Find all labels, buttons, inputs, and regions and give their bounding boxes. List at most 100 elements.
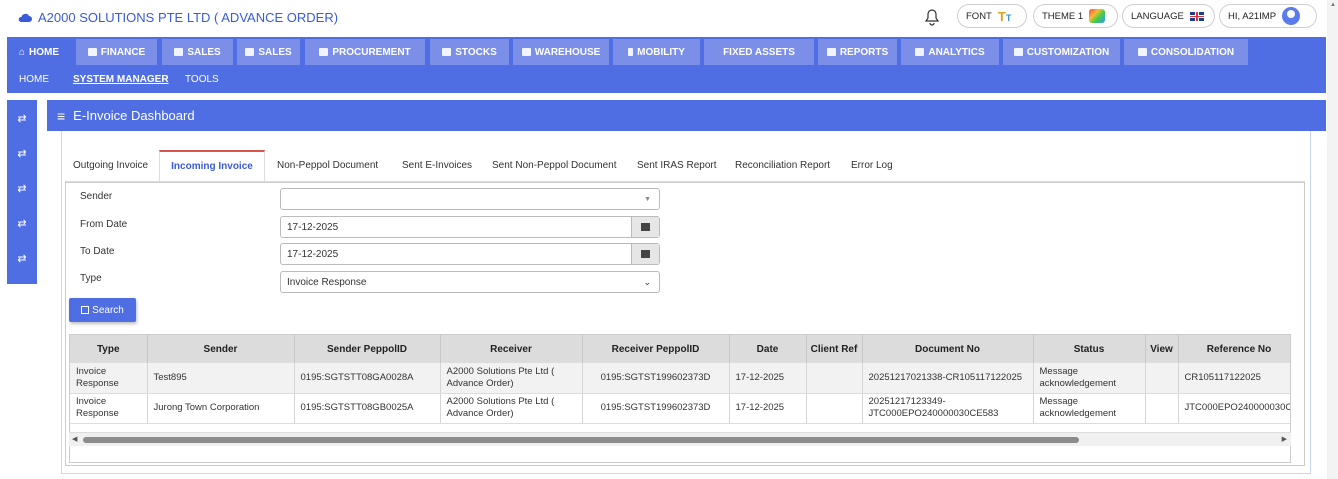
subnav-tools[interactable]: TOOLS — [185, 74, 219, 85]
column-header[interactable]: Reference No — [1178, 335, 1290, 363]
column-header[interactable]: Sender PeppolID — [294, 335, 441, 363]
mobile-icon — [628, 48, 634, 56]
nav-tab-fixed-assets[interactable]: FIXED ASSETS — [704, 39, 814, 65]
avatar-icon — [1282, 7, 1301, 25]
nav-tab-label: FIXED ASSETS — [723, 46, 795, 58]
swap-icon[interactable]: ⇄ — [7, 248, 37, 270]
chevron-down-icon: ⌄ — [643, 277, 651, 287]
page-scrollbar[interactable]: ▲ — [1327, 0, 1338, 479]
horizontal-scrollbar[interactable]: ◀ ▶ — [69, 432, 1291, 446]
to-date-field[interactable]: 17-12-2025 — [280, 243, 660, 265]
save-icon — [81, 306, 90, 314]
from-date-value: 17-12-2025 — [287, 221, 339, 233]
calendar-icon[interactable] — [631, 217, 659, 237]
scrollbar-thumb[interactable] — [83, 437, 1079, 443]
column-header[interactable]: Receiver PeppolID — [582, 335, 730, 363]
column-header[interactable]: View — [1145, 335, 1179, 363]
nav-tab-label: SALES — [187, 46, 221, 58]
main-navigation: ⌂ HOME FINANCE SALES SALES PROCUREMENT ST… — [7, 37, 1326, 66]
column-header[interactable]: Document No — [862, 335, 1034, 363]
nav-tab-label: PROCUREMENT — [332, 46, 411, 58]
nav-tab-customization[interactable]: CUSTOMIZATION — [1003, 39, 1120, 65]
nav-tab-stocks[interactable]: STOCKS — [430, 39, 509, 65]
nav-tab-sales[interactable]: SALES — [162, 39, 233, 65]
tab-non-peppol-document[interactable]: Non-Peppol Document — [277, 150, 378, 181]
column-header[interactable]: Date — [729, 335, 807, 363]
swap-icon[interactable]: ⇄ — [7, 108, 37, 130]
search-button[interactable]: Search — [69, 298, 136, 322]
bar-chart-icon — [442, 48, 452, 56]
tab-sent-e-invoices[interactable]: Sent E-Invoices — [402, 150, 472, 181]
tab-sent-non-peppol-document[interactable]: Sent Non-Peppol Document — [492, 150, 617, 181]
table-cell — [806, 363, 863, 394]
sender-select[interactable]: ▼ — [280, 188, 660, 210]
bell-icon[interactable] — [924, 8, 940, 26]
type-value: Invoice Response — [287, 276, 367, 288]
nav-tab-procurement[interactable]: PROCUREMENT — [305, 39, 425, 65]
nav-tab-home[interactable]: ⌂ HOME — [7, 39, 71, 65]
table-cell: 20251217123349-JTC000EPO240000030CE583 — [862, 393, 1034, 424]
calendar-icon[interactable] — [631, 244, 659, 264]
column-header[interactable]: Sender — [147, 335, 295, 363]
nav-tab-finance[interactable]: FINANCE — [76, 39, 157, 65]
swap-icon[interactable]: ⇄ — [7, 178, 37, 200]
table-row[interactable]: Invoice Response Jurong Town Corporation… — [70, 393, 1290, 424]
subnav-system-manager[interactable]: SYSTEM MANAGER — [73, 74, 169, 85]
nav-tab-label: WAREHOUSE — [534, 46, 601, 58]
nav-tab-sales-2[interactable]: SALES — [237, 39, 300, 65]
tab-incoming-invoice[interactable]: Incoming Invoice — [159, 150, 265, 181]
page-title: E-Invoice Dashboard — [73, 108, 195, 123]
nav-tab-warehouse[interactable]: WAREHOUSE — [513, 39, 609, 65]
scroll-right-icon[interactable]: ▶ — [1282, 435, 1287, 443]
cart-icon — [1137, 48, 1147, 56]
column-header[interactable]: Client Ref — [806, 335, 863, 363]
swap-icon[interactable]: ⇄ — [7, 213, 37, 235]
panel-header: ≡ E-Invoice Dashboard — [47, 100, 1326, 131]
menu-icon[interactable]: ≡ — [57, 108, 65, 124]
table-cell[interactable] — [1145, 393, 1179, 424]
table-cell: A2000 Solutions Pte Ltd ( Advance Order) — [440, 363, 583, 394]
table-cell: 0195:SGTSTT08GA0028A — [294, 363, 441, 394]
scroll-up-icon[interactable]: ▲ — [1330, 2, 1336, 8]
nav-tab-label: ANALYTICS — [928, 46, 985, 58]
nav-tab-mobility[interactable]: MOBILITY — [613, 39, 700, 65]
nav-tab-label: SALES — [258, 46, 292, 58]
nav-tab-analytics[interactable]: ANALYTICS — [901, 39, 999, 65]
sub-navigation: HOME SYSTEM MANAGER TOOLS — [7, 66, 1326, 93]
column-header[interactable]: Receiver — [440, 335, 583, 363]
tab-reconciliation-report[interactable]: Reconciliation Report — [735, 150, 830, 181]
column-header[interactable]: Status — [1033, 335, 1146, 363]
from-date-field[interactable]: 17-12-2025 — [280, 216, 660, 238]
table-cell: Test895 — [147, 363, 295, 394]
warehouse-icon — [521, 48, 531, 56]
font-size-icon: TT — [997, 8, 1012, 24]
column-header[interactable]: Type — [70, 335, 148, 363]
bank-icon — [87, 48, 97, 56]
table-cell: 17-12-2025 — [729, 393, 807, 424]
swap-icon[interactable]: ⇄ — [7, 143, 37, 165]
nav-tab-label: REPORTS — [839, 46, 889, 58]
nav-tab-label: MOBILITY — [637, 46, 685, 58]
table-cell — [806, 393, 863, 424]
table-cell[interactable] — [1145, 363, 1179, 394]
user-menu[interactable]: HI, A21IMP — [1219, 4, 1317, 28]
type-select[interactable]: Invoice Response ⌄ — [280, 271, 660, 293]
report-icon — [826, 48, 836, 56]
uk-flag-icon — [1189, 11, 1204, 21]
palette-icon — [1089, 9, 1106, 23]
table-row[interactable]: Invoice Response Test895 0195:SGTSTT08GA… — [70, 363, 1290, 394]
tab-error-log[interactable]: Error Log — [851, 150, 893, 181]
scroll-left-icon[interactable]: ◀ — [72, 435, 77, 443]
nav-tab-reports[interactable]: REPORTS — [818, 39, 897, 65]
font-button[interactable]: FONT TT — [957, 4, 1027, 28]
tab-sent-iras-report[interactable]: Sent IRAS Report — [637, 150, 716, 181]
subnav-home[interactable]: HOME — [19, 74, 49, 85]
tab-outgoing-invoice[interactable]: Outgoing Invoice — [73, 150, 148, 181]
nav-tab-consolidation[interactable]: CONSOLIDATION — [1124, 39, 1248, 65]
theme-button[interactable]: THEME 1 — [1033, 4, 1118, 28]
table-cell: 0195:SGTST199602373D — [582, 393, 730, 424]
from-date-label: From Date — [80, 219, 128, 230]
nav-tab-label: HOME — [29, 46, 60, 58]
language-button[interactable]: LANGUAGE — [1122, 4, 1215, 28]
language-label: LANGUAGE — [1131, 10, 1184, 22]
